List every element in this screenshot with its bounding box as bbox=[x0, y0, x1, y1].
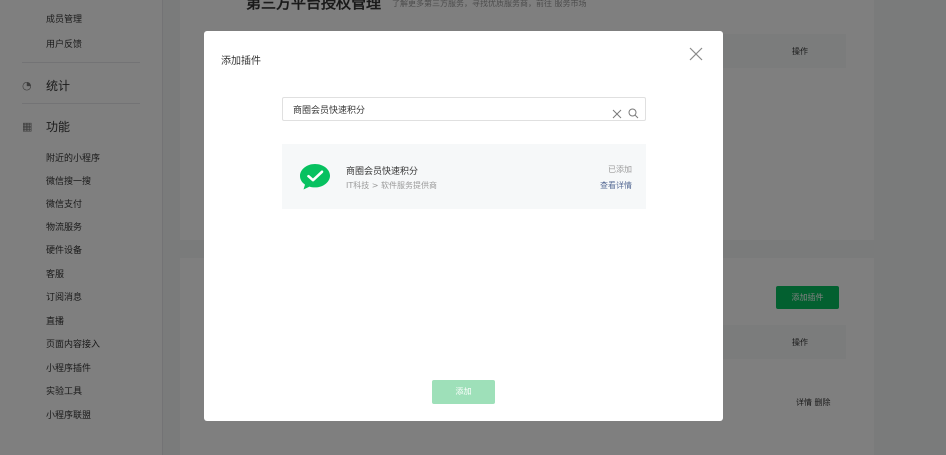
view-details-link[interactable]: 查看详情 bbox=[600, 180, 632, 191]
dialog-title: 添加插件 bbox=[221, 56, 261, 67]
plugin-name: 商圈会员快速积分 bbox=[346, 167, 419, 177]
plugin-category: IT科技 > 软件服务提供商 bbox=[346, 181, 438, 190]
search-input[interactable] bbox=[293, 102, 593, 117]
search-box bbox=[282, 97, 646, 121]
clear-icon[interactable] bbox=[612, 104, 622, 119]
add-plugin-dialog: 添加插件 商圈会员快速积分 IT科技 bbox=[204, 31, 723, 421]
checkmark-bubble-icon bbox=[299, 162, 331, 191]
close-icon[interactable] bbox=[687, 45, 705, 63]
plugin-status: 已添加 bbox=[608, 165, 632, 174]
search-icon[interactable] bbox=[628, 104, 639, 119]
plugin-result-item: 商圈会员快速积分 IT科技 > 软件服务提供商 已添加 查看详情 bbox=[282, 144, 646, 209]
add-button[interactable]: 添加 bbox=[432, 380, 495, 404]
